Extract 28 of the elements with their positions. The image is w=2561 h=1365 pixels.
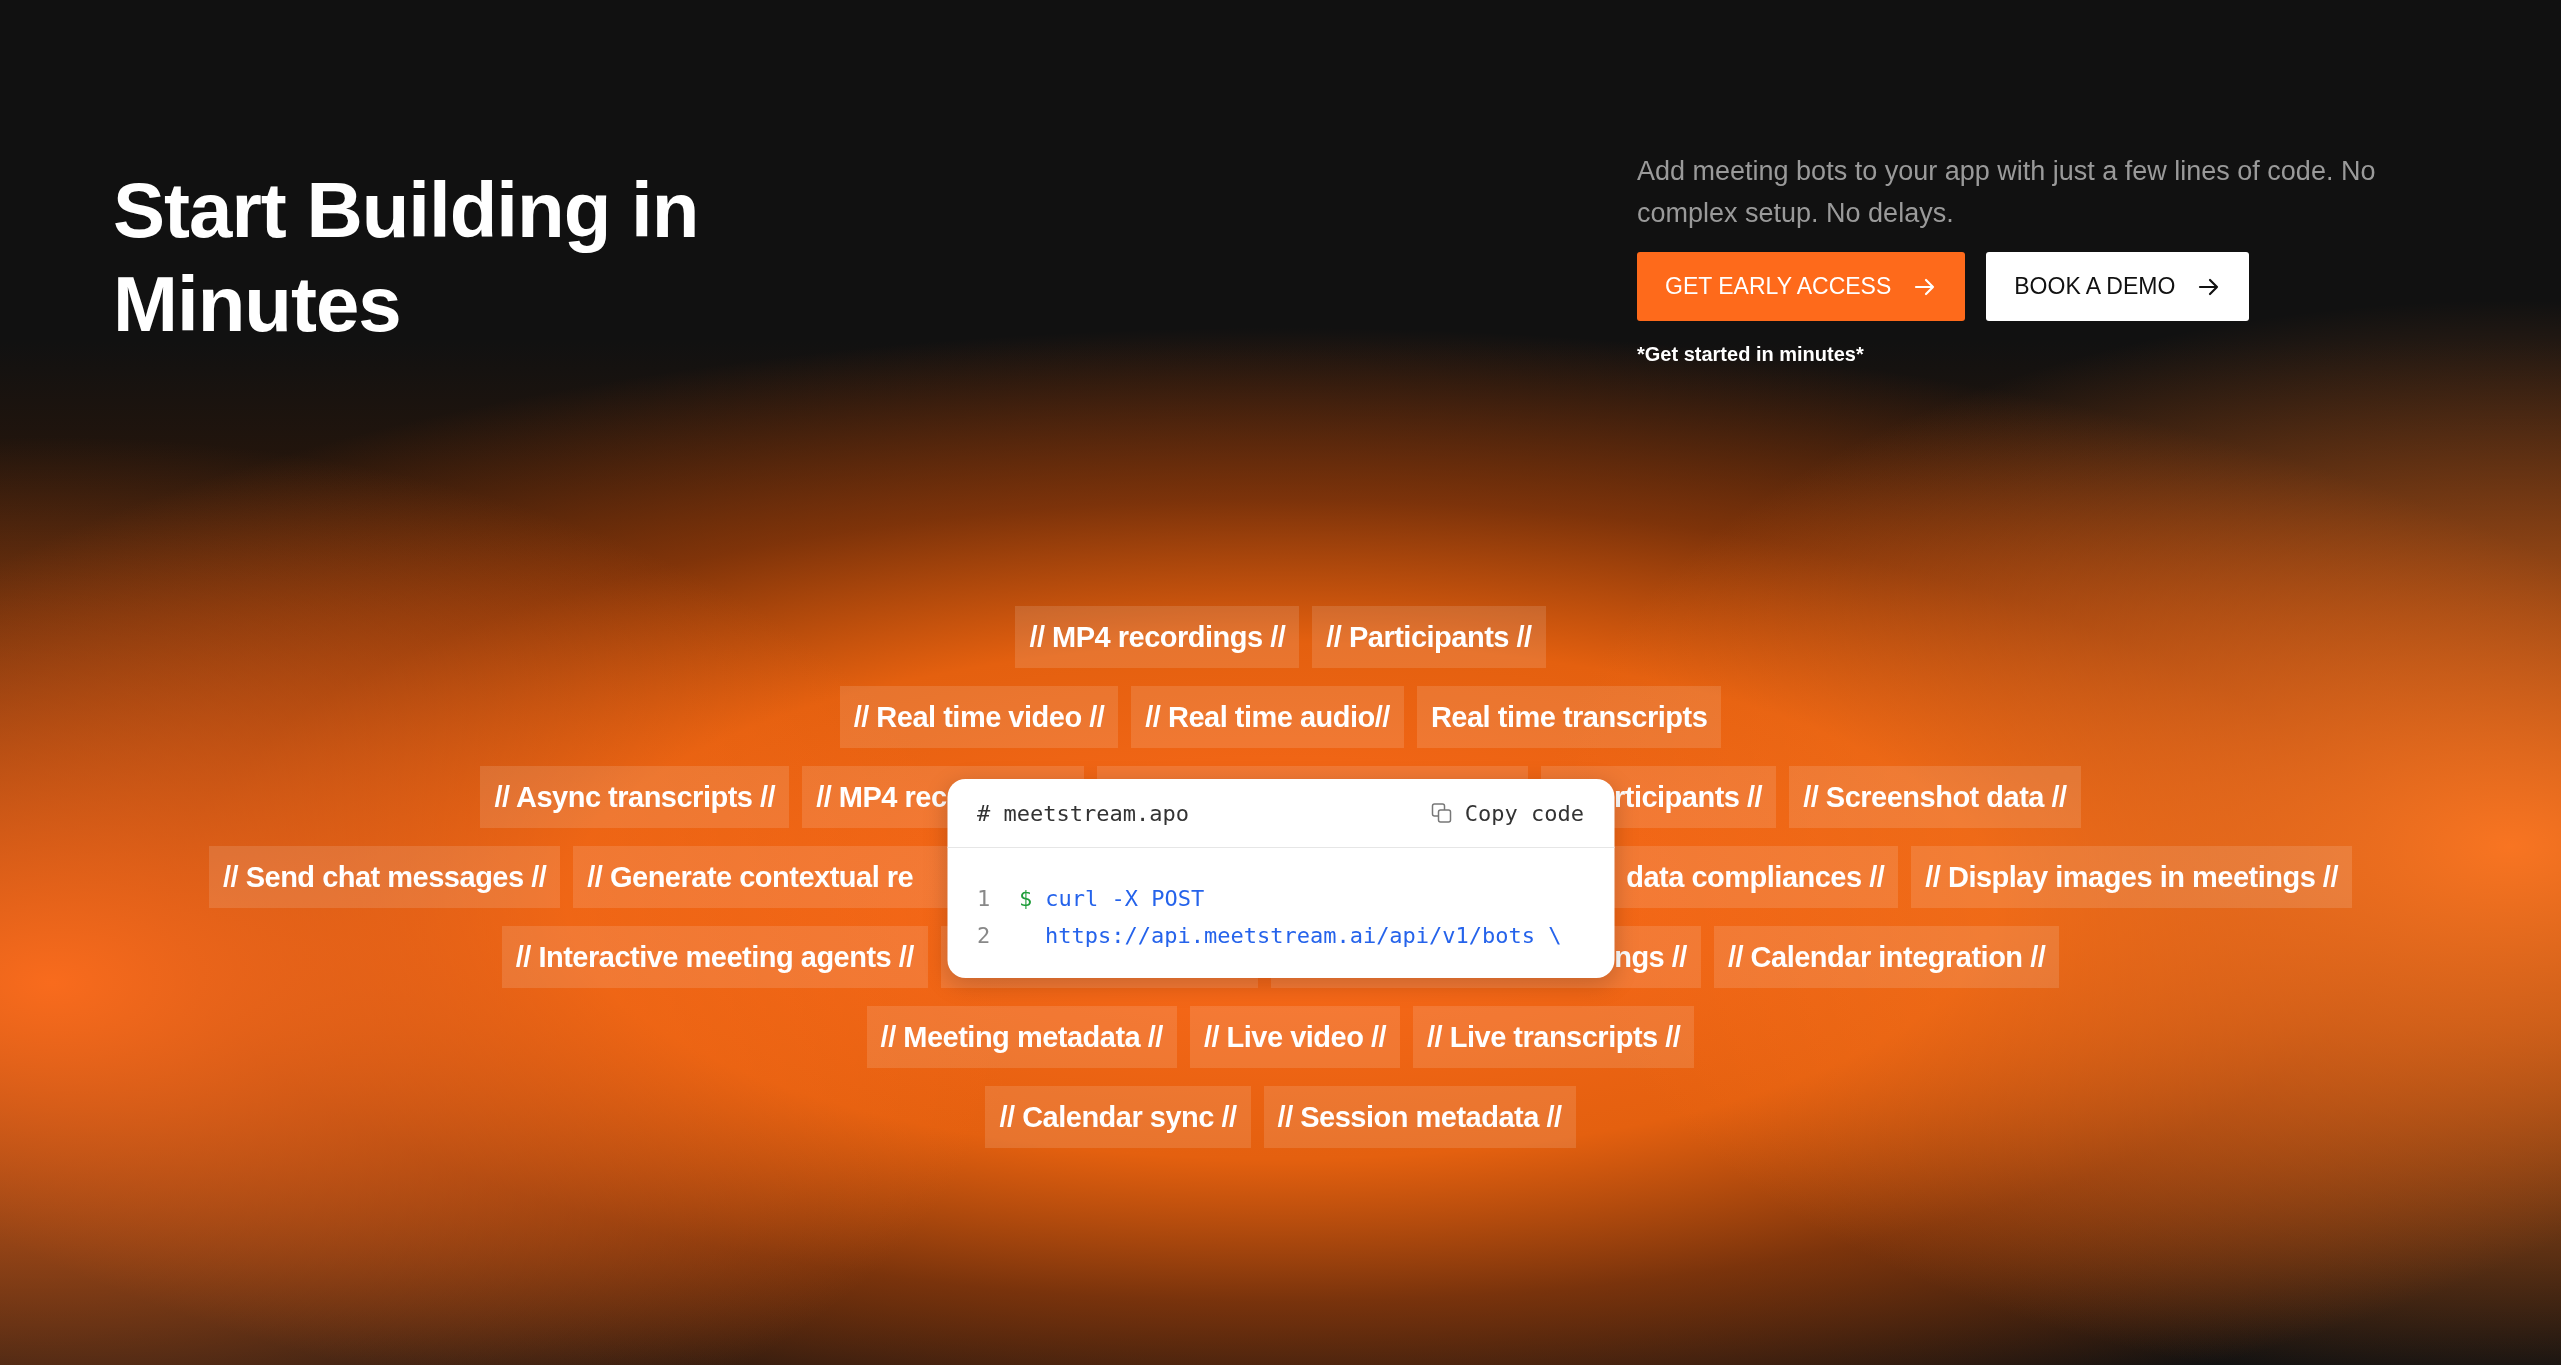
feature-tag: // Participants // [1312, 606, 1546, 668]
copy-icon [1430, 802, 1453, 824]
feature-tag: // Calendar sync // [985, 1086, 1251, 1148]
line-number: 1 [977, 885, 992, 913]
feature-tag: Real time transcripts [1416, 686, 1722, 748]
description-text: Add meeting bots to your app with just a few lines of code. No complex setup. No delays. [1637, 155, 2377, 230]
feature-tag: // Calendar integration // [1713, 926, 2060, 988]
code-text: https://api.meetstream.ai/api/v1/bots \ [1045, 922, 1562, 950]
demo-button[interactable]: BOOK A DEMO [1986, 252, 2250, 321]
prompt-symbol: $ [1019, 885, 1033, 913]
line-number: 2 [977, 922, 992, 950]
feature-tag: // Screenshot data // [1789, 766, 2081, 828]
file-name: # meetstream.apo [977, 800, 1189, 826]
feature-tag: // Live transcripts // [1413, 1006, 1695, 1068]
feature-tag: // Send chat messages // [209, 846, 561, 908]
code-text: curl -X POST [1045, 885, 1205, 913]
feature-tag: // Session metadata // [1263, 1086, 1576, 1148]
note-text: *Get started in minutes* [1637, 343, 1864, 366]
page-heading: Start Building in Minutes [113, 165, 700, 350]
feature-tag: // Live video // [1189, 1006, 1401, 1068]
feature-tag: // Real time audio// [1131, 686, 1404, 748]
copy-code-button[interactable]: Copy code [1430, 800, 1584, 826]
feature-tag: // Real time video // [839, 686, 1119, 748]
feature-tag: // Meeting metadata // [866, 1006, 1177, 1068]
feature-tag: // Interactive meeting agents // [501, 926, 928, 988]
feature-tag: // MP4 recordings // [1015, 606, 1300, 668]
feature-tag: // Display images in meetings // [1911, 846, 2352, 908]
feature-tag: // Async transcripts // [480, 766, 790, 828]
